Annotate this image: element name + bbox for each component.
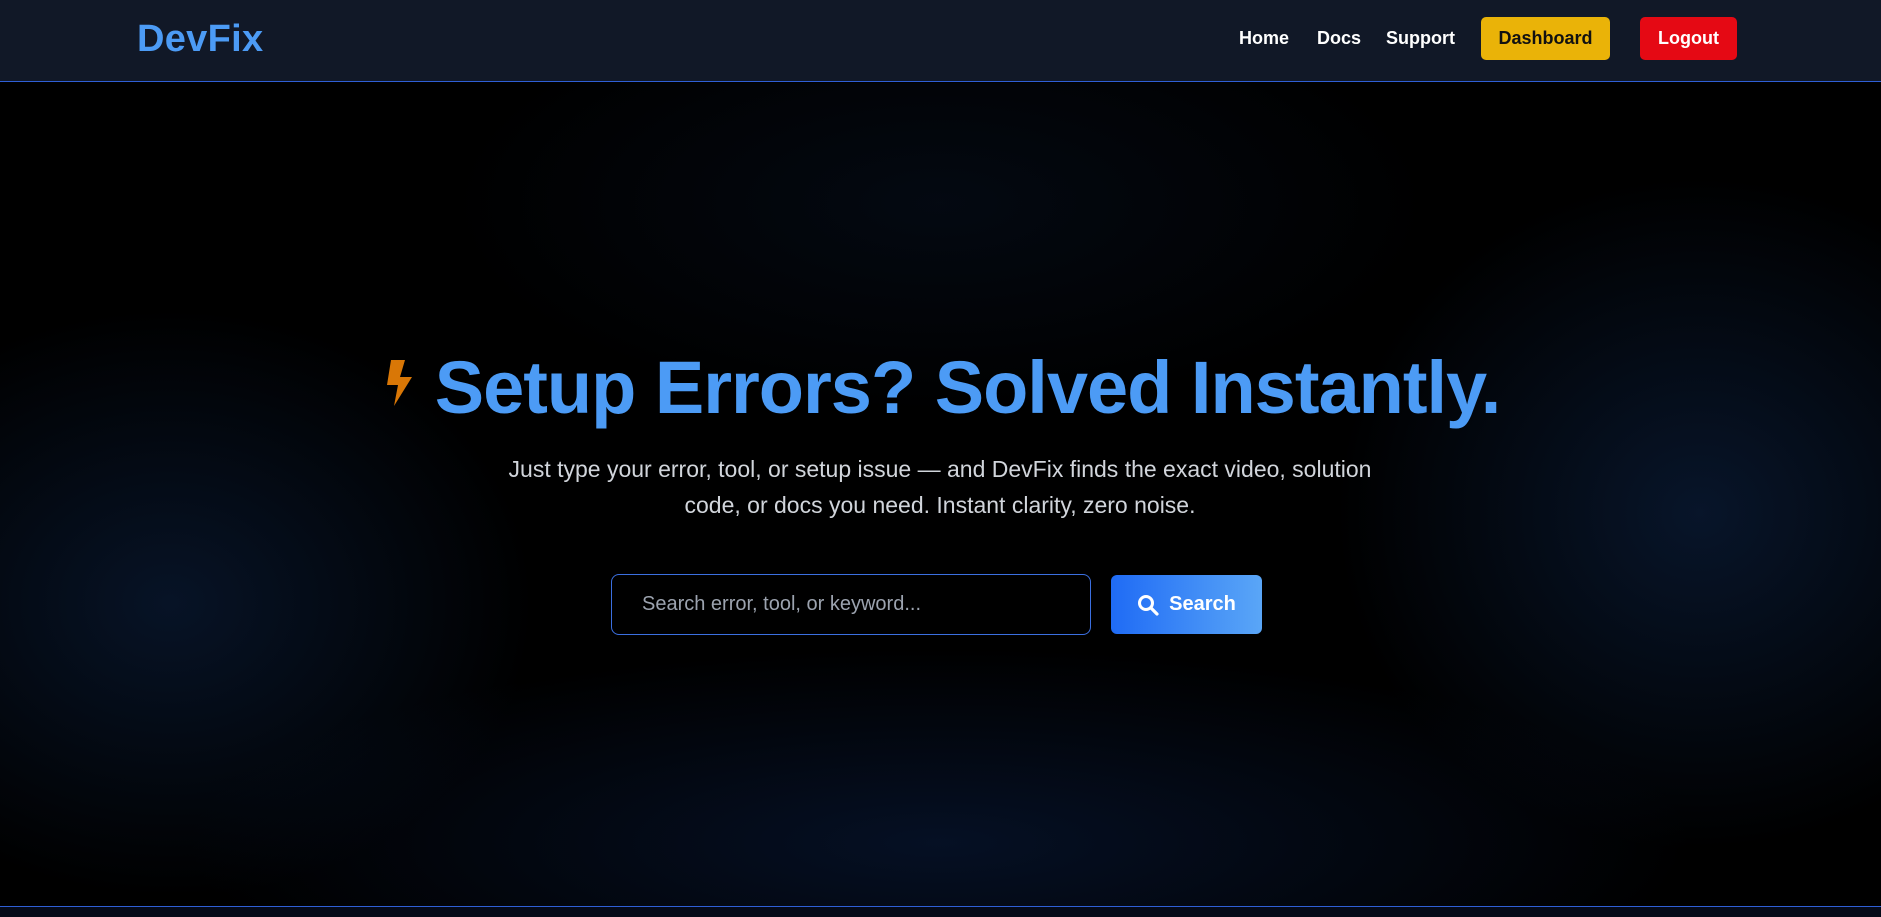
search-icon <box>1138 594 1159 616</box>
lightning-bolt-icon <box>386 359 412 406</box>
hero-subtitle-line-2: code, or docs you need. Instant clarity,… <box>684 492 1196 518</box>
dashboard-button[interactable]: Dashboard <box>1481 17 1610 60</box>
hero-subtitle-line-1: Just type your error, tool, or setup iss… <box>508 456 1372 482</box>
search-input[interactable] <box>611 574 1091 635</box>
nav-docs-link[interactable]: Docs <box>1317 28 1361 49</box>
search-button[interactable]: Search <box>1111 575 1262 634</box>
hero-headline-row: Setup Errors? Solved Instantly. <box>0 345 1881 430</box>
logout-button[interactable]: Logout <box>1640 17 1737 60</box>
hero-headline: Setup Errors? Solved Instantly. <box>434 346 1502 429</box>
nav-support-link[interactable]: Support <box>1386 28 1455 49</box>
top-navbar: DevFix Home Docs Support Dashboard Logou… <box>0 0 1881 82</box>
hero-subtitle: Just type your error, tool, or setup iss… <box>490 451 1390 523</box>
logo[interactable]: DevFix <box>137 18 263 61</box>
search-button-label: Search <box>1169 593 1236 615</box>
nav-home-link[interactable]: Home <box>1239 28 1289 49</box>
footer-strip <box>0 907 1881 917</box>
